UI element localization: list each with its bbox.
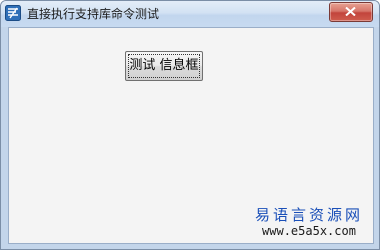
watermark-url: www.e5a5x.com (262, 224, 356, 238)
test-message-box-button[interactable]: 测试 信息框 (125, 51, 203, 81)
watermark: 易语言资源网 www.e5a5x.com (255, 206, 363, 239)
app-icon[interactable] (5, 5, 21, 21)
test-button-label: 测试 信息框 (129, 58, 199, 73)
title-bar[interactable]: 直接执行支持库命令测试 (1, 1, 379, 27)
window-title: 直接执行支持库命令测试 (27, 7, 160, 21)
client-area: 测试 信息框 易语言资源网 www.e5a5x.com (8, 27, 374, 244)
close-button[interactable] (329, 2, 373, 22)
watermark-site-name: 易语言资源网 (254, 206, 363, 224)
close-icon (345, 7, 356, 16)
application-window: 直接执行支持库命令测试 测试 信息框 易语言资源网 www.e5a5x.com (0, 0, 380, 250)
